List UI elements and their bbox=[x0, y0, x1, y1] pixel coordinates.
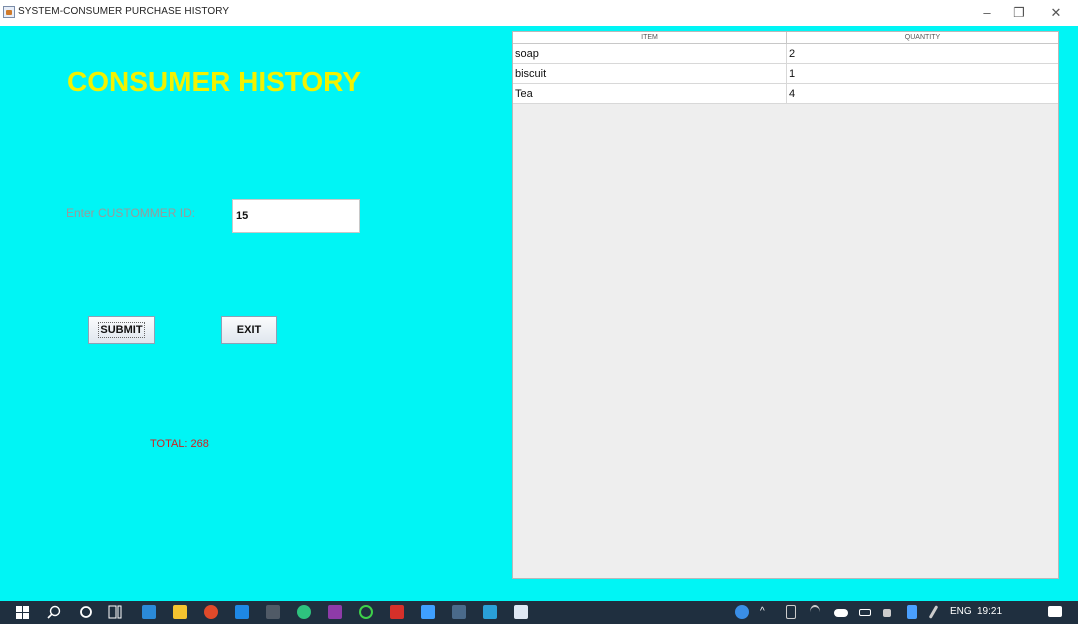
java-app-icon[interactable] bbox=[514, 605, 528, 619]
photos-icon[interactable] bbox=[452, 605, 466, 619]
table-row[interactable]: soap 2 bbox=[513, 44, 1058, 64]
submit-button-label: SUBMIT bbox=[98, 322, 145, 338]
cloud-icon[interactable] bbox=[834, 609, 848, 617]
dropbox-icon[interactable] bbox=[907, 605, 917, 619]
page-title: CONSUMER HISTORY bbox=[67, 66, 362, 97]
minimize-button[interactable]: – bbox=[971, 0, 1003, 26]
app-icon[interactable] bbox=[297, 605, 311, 619]
total-label: TOTAL: 268 bbox=[150, 438, 209, 450]
window-title: SYSTEM-CONSUMER PURCHASE HISTORY bbox=[18, 6, 230, 17]
language-indicator[interactable]: ENG bbox=[950, 606, 972, 617]
cell-item: soap bbox=[513, 44, 787, 63]
table-row[interactable]: Tea 4 bbox=[513, 84, 1058, 104]
battery-icon[interactable] bbox=[859, 609, 871, 616]
acrobat-icon[interactable] bbox=[390, 605, 404, 619]
chrome-icon[interactable] bbox=[204, 605, 218, 619]
table-header: ITEM QUANTITY bbox=[513, 32, 1058, 44]
maps-icon[interactable] bbox=[483, 605, 497, 619]
mail-icon[interactable] bbox=[142, 605, 156, 619]
volume-icon[interactable] bbox=[883, 609, 891, 617]
pen-icon[interactable] bbox=[928, 605, 939, 619]
notification-icon[interactable] bbox=[1048, 606, 1062, 617]
onenote-icon[interactable] bbox=[328, 605, 342, 619]
column-header-quantity[interactable]: QUANTITY bbox=[787, 32, 1058, 43]
file-explorer-icon[interactable] bbox=[173, 605, 187, 619]
table-row[interactable]: biscuit 1 bbox=[513, 64, 1058, 84]
camera-icon[interactable] bbox=[786, 605, 796, 619]
taskbar: ^ ENG 19:21 bbox=[0, 601, 1078, 624]
cell-quantity: 2 bbox=[789, 48, 796, 60]
maximize-button[interactable]: ❐ bbox=[1003, 0, 1035, 26]
windows-start-icon[interactable] bbox=[16, 606, 29, 619]
wifi-icon[interactable] bbox=[810, 605, 820, 619]
task-view-icon[interactable] bbox=[108, 605, 122, 619]
vscode-icon[interactable] bbox=[235, 605, 249, 619]
cell-quantity: 4 bbox=[789, 88, 796, 100]
history-table[interactable]: ITEM QUANTITY soap 2 biscuit 1 Tea 4 bbox=[512, 31, 1059, 579]
customer-id-label: Enter CUSTOMMER ID: bbox=[66, 206, 196, 220]
submit-button[interactable]: SUBMIT bbox=[88, 316, 155, 344]
chevron-up-icon[interactable]: ^ bbox=[760, 606, 765, 617]
customer-id-input[interactable] bbox=[232, 199, 360, 233]
java-app-icon bbox=[3, 6, 15, 18]
column-header-item[interactable]: ITEM bbox=[513, 32, 787, 43]
close-button[interactable]: ✕ bbox=[1040, 0, 1072, 26]
terminal-icon[interactable] bbox=[266, 605, 280, 619]
help-icon[interactable] bbox=[735, 605, 749, 619]
main-panel: CONSUMER HISTORY Enter CUSTOMMER ID: SUB… bbox=[10, 26, 1078, 601]
exit-button[interactable]: EXIT bbox=[221, 316, 277, 344]
title-bar: SYSTEM-CONSUMER PURCHASE HISTORY – ❐ ✕ bbox=[0, 0, 1078, 26]
cell-item: Tea bbox=[513, 84, 787, 103]
cortana-icon[interactable] bbox=[79, 605, 93, 619]
cell-quantity: 1 bbox=[789, 68, 796, 80]
green-circle-app-icon[interactable] bbox=[359, 605, 373, 619]
clock[interactable]: 19:21 bbox=[977, 606, 1002, 617]
search-icon[interactable] bbox=[47, 605, 61, 619]
system-tray: ^ ENG 19:21 bbox=[730, 601, 1078, 624]
box-app-icon[interactable] bbox=[421, 605, 435, 619]
cell-item: biscuit bbox=[513, 64, 787, 83]
